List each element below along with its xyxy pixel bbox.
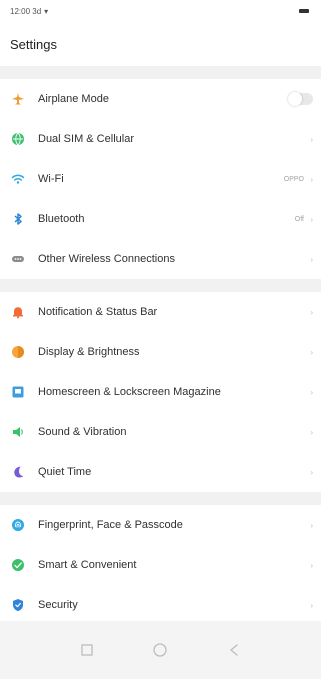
chevron-right-icon: › xyxy=(310,467,313,477)
signal-icon: ▾ xyxy=(44,6,49,16)
chevron-right-icon: › xyxy=(310,254,313,264)
airplane-mode-toggle[interactable] xyxy=(288,92,313,106)
chevron-right-icon: › xyxy=(310,307,313,317)
chevron-right-icon: › xyxy=(310,174,313,184)
settings-list: Airplane Mode Dual SIM & Cellular › Wi-Fi OP… xyxy=(0,66,321,625)
settings-item[interactable]: Fingerprint, Face & Passcode › xyxy=(0,505,321,545)
section-divider xyxy=(0,492,321,505)
settings-item[interactable]: Security › xyxy=(0,585,321,625)
wireless-icon xyxy=(10,251,26,267)
chevron-right-icon: › xyxy=(310,600,313,610)
sound-icon xyxy=(10,424,26,440)
settings-item-label: Homescreen & Lockscreen Magazine xyxy=(38,386,221,398)
chevron-right-icon: › xyxy=(310,134,313,144)
back-icon xyxy=(230,644,238,656)
settings-item[interactable]: Bluetooth Off › xyxy=(0,199,321,239)
settings-item-label: Bluetooth xyxy=(38,213,85,225)
battery-icon xyxy=(299,9,309,13)
settings-item[interactable]: Quiet Time › xyxy=(0,452,321,492)
settings-item-label: Smart & Convenient xyxy=(38,559,137,571)
settings-item-value: Off xyxy=(294,215,304,223)
fingerprint-icon xyxy=(10,517,26,533)
settings-item-value: OPPO xyxy=(283,175,304,183)
settings-item-label: Display & Brightness xyxy=(38,346,140,358)
wifi-icon xyxy=(10,171,26,187)
brightness-icon xyxy=(10,344,26,360)
settings-item-label: Airplane Mode xyxy=(38,93,109,105)
settings-item-label: Wi-Fi xyxy=(38,173,64,185)
section-divider xyxy=(0,279,321,292)
homescreen-icon xyxy=(10,384,26,400)
shield-icon xyxy=(10,597,26,613)
settings-item-label: Other Wireless Connections xyxy=(38,253,175,265)
chevron-right-icon: › xyxy=(310,427,313,437)
settings-item[interactable]: Wi-Fi OPPO › xyxy=(0,159,321,199)
recent-apps-button[interactable] xyxy=(77,640,97,660)
settings-item[interactable]: Homescreen & Lockscreen Magazine › xyxy=(0,372,321,412)
settings-item[interactable]: Smart & Convenient › xyxy=(0,545,321,585)
navigation-bar xyxy=(0,621,321,679)
settings-item-label: Fingerprint, Face & Passcode xyxy=(38,519,183,531)
settings-item[interactable]: Display & Brightness › xyxy=(0,332,321,372)
globe-icon xyxy=(10,131,26,147)
settings-item-label: Sound & Vibration xyxy=(38,426,127,438)
chevron-right-icon: › xyxy=(310,387,313,397)
chevron-right-icon: › xyxy=(310,347,313,357)
home-icon xyxy=(153,643,168,657)
page-title: Settings xyxy=(10,36,57,52)
recent-apps-icon xyxy=(81,644,93,656)
back-button[interactable] xyxy=(224,640,244,660)
chevron-right-icon: › xyxy=(310,520,313,530)
settings-item[interactable]: Notification & Status Bar › xyxy=(0,292,321,332)
moon-icon xyxy=(10,464,26,480)
chevron-right-icon: › xyxy=(310,560,313,570)
settings-item-label: Security xyxy=(38,599,78,611)
home-button[interactable] xyxy=(150,640,170,660)
settings-item[interactable]: Other Wireless Connections › xyxy=(0,239,321,279)
airplane-icon xyxy=(10,91,26,107)
bell-icon xyxy=(10,304,26,320)
settings-item-label: Quiet Time xyxy=(38,466,92,478)
settings-item[interactable]: Airplane Mode xyxy=(0,79,321,119)
section-divider xyxy=(0,66,321,79)
smart-icon xyxy=(10,557,26,573)
chevron-right-icon: › xyxy=(310,214,313,224)
status-bar: 12:00 3d ▾ xyxy=(0,0,321,22)
settings-item-label: Dual SIM & Cellular xyxy=(38,133,134,145)
settings-item[interactable]: Sound & Vibration › xyxy=(0,412,321,452)
settings-item[interactable]: Dual SIM & Cellular › xyxy=(0,119,321,159)
status-time: 12:00 3d xyxy=(10,6,42,16)
bluetooth-icon xyxy=(10,211,26,227)
settings-item-label: Notification & Status Bar xyxy=(38,306,158,318)
